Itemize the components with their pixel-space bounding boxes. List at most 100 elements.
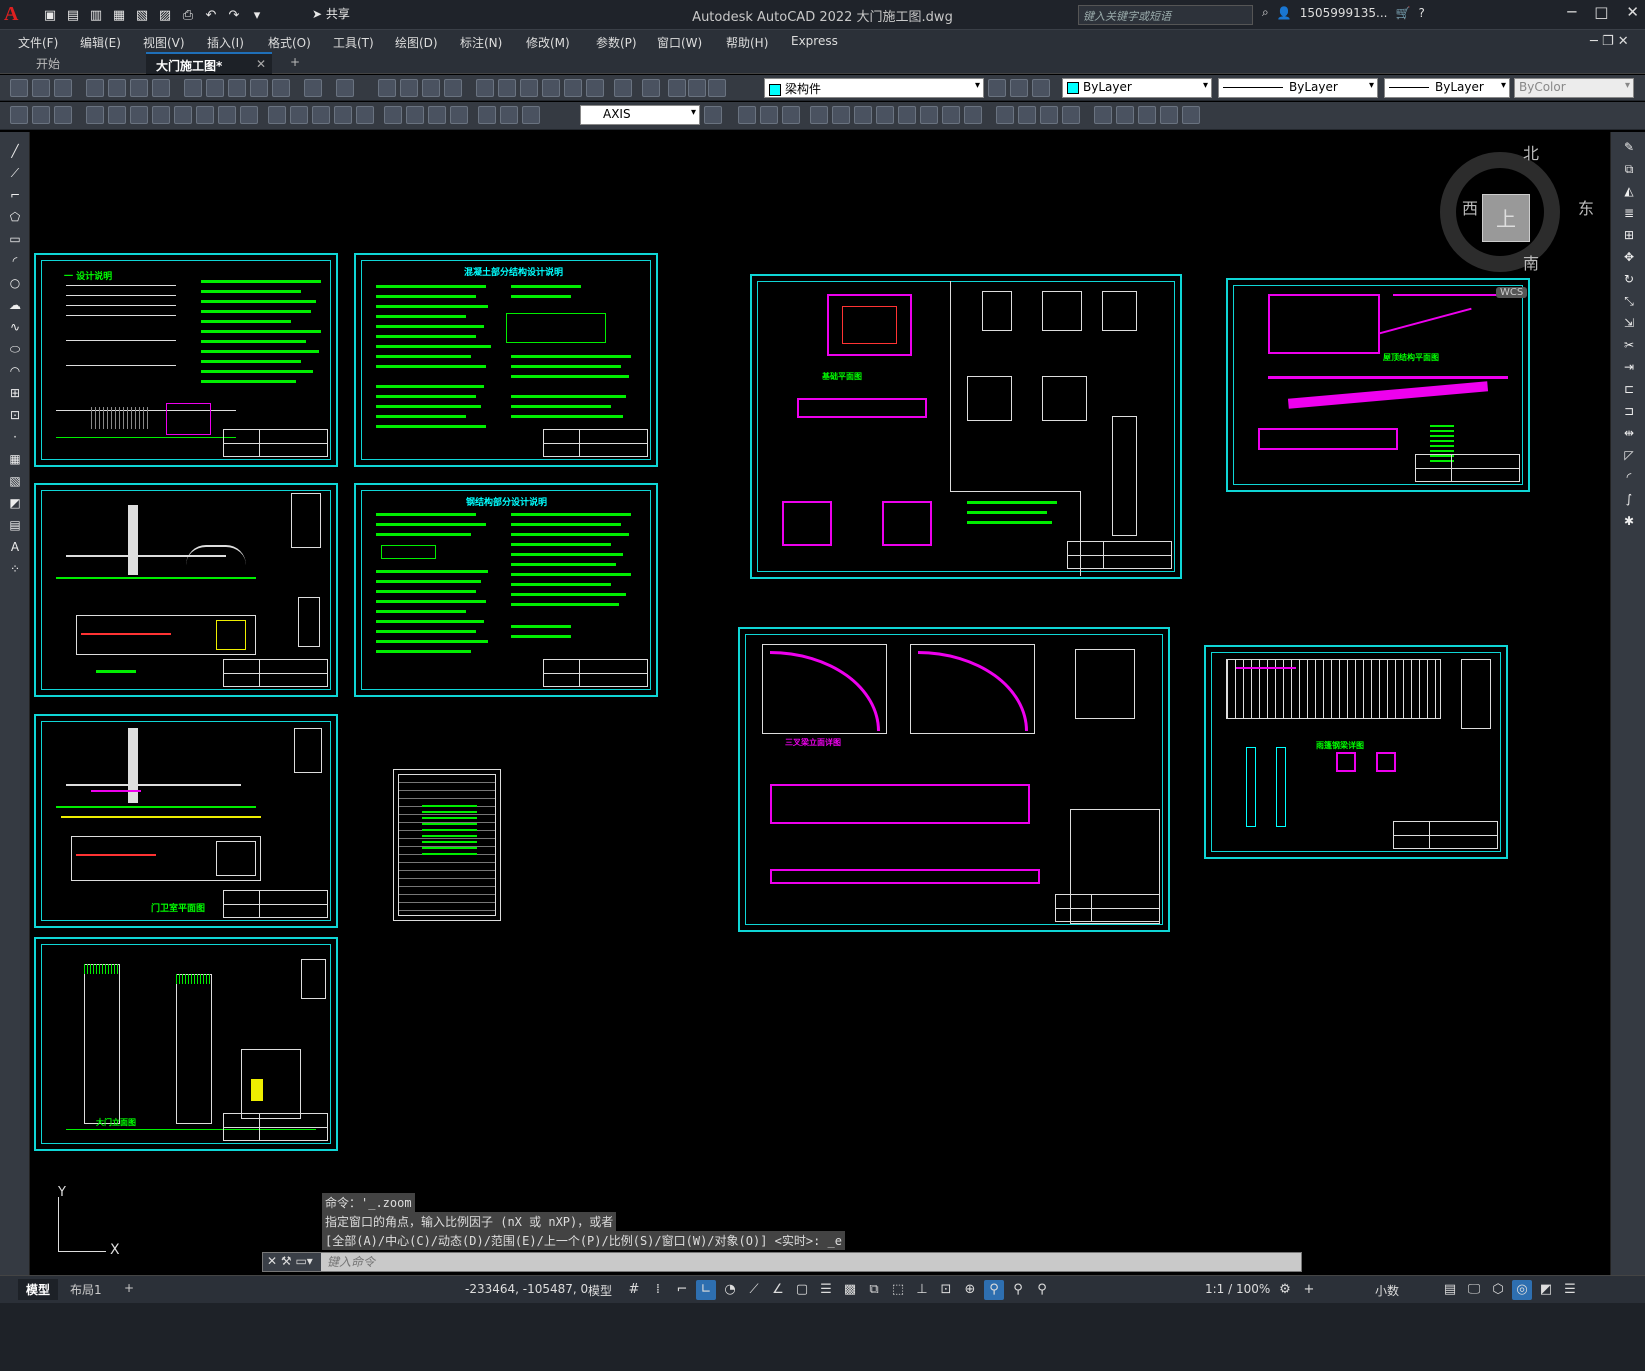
- share-button[interactable]: ➤ 共享: [312, 5, 350, 22]
- menu-express[interactable]: Express: [791, 34, 838, 48]
- lineweight-icon[interactable]: ☰: [816, 1280, 836, 1300]
- drawing-sheet[interactable]: 雨篷钢梁详图: [1204, 645, 1508, 859]
- plot-icon[interactable]: [86, 79, 104, 97]
- web-open-icon[interactable]: ▧: [132, 5, 152, 25]
- modify-tool-17-icon[interactable]: [1116, 106, 1134, 124]
- join-icon[interactable]: ⇹: [1620, 426, 1638, 442]
- ortho-icon[interactable]: ∟: [696, 1280, 716, 1300]
- save-icon[interactable]: [54, 79, 72, 97]
- break-icon[interactable]: ⊐: [1620, 404, 1638, 420]
- grid-icon[interactable]: #: [624, 1280, 644, 1300]
- ellipse-arc-icon[interactable]: ◠: [6, 364, 24, 380]
- menu-format[interactable]: 格式(O): [268, 34, 311, 51]
- point-icon[interactable]: ·: [6, 430, 24, 446]
- circle-icon[interactable]: ○: [6, 276, 24, 292]
- help-icon[interactable]: [614, 79, 632, 97]
- modify-tool-12-icon[interactable]: [996, 106, 1014, 124]
- transparency-icon[interactable]: ▩: [840, 1280, 860, 1300]
- erase-icon[interactable]: ✎: [1620, 140, 1638, 156]
- dim-space-icon[interactable]: [334, 106, 352, 124]
- draw-order-icon[interactable]: [10, 106, 28, 124]
- compass-south[interactable]: 南: [1523, 250, 1539, 274]
- menu-view[interactable]: 视图(V): [143, 34, 185, 51]
- drawing-sheet[interactable]: 基础平面图: [750, 274, 1182, 579]
- add-selected-icon[interactable]: ⁘: [6, 562, 24, 578]
- drawing-canvas[interactable]: 一 设计说明 混凝土部分结构设计说明 钢结构部分设计说明 门卫室平面图 大门立面…: [30, 132, 1610, 1312]
- make-block-icon[interactable]: ⊡: [6, 408, 24, 424]
- autocad-app-icon[interactable]: A: [4, 3, 34, 27]
- rectangle-icon[interactable]: ▭: [6, 232, 24, 248]
- menu-dimension[interactable]: 标注(N): [460, 34, 502, 51]
- menu-edit[interactable]: 编辑(E): [80, 34, 121, 51]
- revision-cloud-icon[interactable]: ☁: [6, 298, 24, 314]
- doc-restore[interactable]: ❐: [1602, 34, 1614, 49]
- search-icon[interactable]: ⌕: [1262, 5, 1269, 20]
- gizmo-icon[interactable]: ⊕: [960, 1280, 980, 1300]
- doc-window-controls[interactable]: ─ ❐ ✕: [1590, 34, 1629, 49]
- spline-icon[interactable]: ∿: [6, 320, 24, 336]
- center-mark-icon[interactable]: [406, 106, 424, 124]
- selection-cycling-icon[interactable]: ⧉: [864, 1280, 884, 1300]
- scale-icon[interactable]: ⤡: [1620, 294, 1638, 310]
- radius-dim-icon[interactable]: [174, 106, 192, 124]
- undo-icon[interactable]: ↶: [201, 5, 221, 25]
- plot-preview-icon[interactable]: [108, 79, 126, 97]
- menu-window[interactable]: 窗口(W): [657, 34, 702, 51]
- modify-tool-14-icon[interactable]: [1040, 106, 1058, 124]
- redo-icon[interactable]: [336, 79, 354, 97]
- line-icon[interactable]: ╱: [6, 144, 24, 160]
- layer-properties-icon[interactable]: [642, 79, 660, 97]
- clean-screen-icon[interactable]: ◩: [1536, 1280, 1556, 1300]
- compass-north[interactable]: 北: [1523, 140, 1539, 164]
- menu-file[interactable]: 文件(F): [18, 34, 58, 51]
- arc-length-dim-icon[interactable]: [130, 106, 148, 124]
- dynamic-ucs-icon[interactable]: ⊥: [912, 1280, 932, 1300]
- drawing-sheet[interactable]: 混凝土部分结构设计说明: [354, 253, 658, 467]
- new-icon[interactable]: [10, 79, 28, 97]
- dim-text-edit-icon[interactable]: [500, 106, 518, 124]
- workspace-gear-icon[interactable]: ⚙: [1275, 1280, 1295, 1300]
- diameter-dim-icon[interactable]: [218, 106, 236, 124]
- markup-icon[interactable]: [564, 79, 582, 97]
- sheet-set-icon[interactable]: [542, 79, 560, 97]
- drawing-sheet[interactable]: [34, 483, 338, 697]
- inspection-icon[interactable]: [428, 106, 446, 124]
- new-tab-button[interactable]: +: [280, 52, 310, 74]
- infer-constraints-icon[interactable]: ⌐: [672, 1280, 692, 1300]
- make-current-layer-icon[interactable]: [988, 79, 1006, 97]
- drawing-sheet[interactable]: 一 设计说明: [34, 253, 338, 467]
- tab-drawing[interactable]: 大门施工图* ✕: [146, 52, 272, 74]
- maximize-button[interactable]: □: [1594, 3, 1608, 21]
- dim-style-manager-icon[interactable]: [704, 106, 722, 124]
- redo-icon[interactable]: ↷: [224, 5, 244, 25]
- lock-ui-icon[interactable]: 🖵: [1464, 1280, 1484, 1300]
- compass-east[interactable]: 东: [1578, 195, 1594, 219]
- modify-tool-3-icon[interactable]: [782, 106, 800, 124]
- ordinate-dim-icon[interactable]: [152, 106, 170, 124]
- 3d-print-icon[interactable]: [152, 79, 170, 97]
- polygon-icon[interactable]: ⬠: [6, 210, 24, 226]
- trim-icon[interactable]: ✂: [1620, 338, 1638, 354]
- blend-curves-icon[interactable]: ∫: [1620, 492, 1638, 508]
- save-as-icon[interactable]: ▦: [109, 5, 129, 25]
- angular-dim-icon[interactable]: [240, 106, 258, 124]
- dim-edit-icon[interactable]: [478, 106, 496, 124]
- close-button[interactable]: ✕: [1626, 3, 1639, 21]
- menu-draw[interactable]: 绘图(D): [395, 34, 438, 51]
- user-name[interactable]: 1505999135...: [1300, 6, 1388, 20]
- drawing-sheet[interactable]: 大门立面图: [34, 937, 338, 1151]
- menu-parametric[interactable]: 参数(P): [596, 34, 637, 51]
- explode-icon[interactable]: ✱: [1620, 514, 1638, 530]
- doc-minimize[interactable]: ─: [1590, 34, 1598, 49]
- open-file-icon[interactable]: ▤: [63, 5, 83, 25]
- menu-help[interactable]: 帮助(H): [726, 34, 768, 51]
- menu-tools[interactable]: 工具(T): [333, 34, 374, 51]
- zoom-previous-icon[interactable]: [444, 79, 462, 97]
- jogged-dim-icon[interactable]: [196, 106, 214, 124]
- add-layout-button[interactable]: +: [116, 1279, 142, 1297]
- modify-tool-18-icon[interactable]: [1138, 106, 1156, 124]
- modify-tool-8-icon[interactable]: [898, 106, 916, 124]
- customize-qat-icon[interactable]: ▾: [247, 5, 267, 25]
- open-icon[interactable]: [32, 79, 50, 97]
- modify-tool-5-icon[interactable]: [832, 106, 850, 124]
